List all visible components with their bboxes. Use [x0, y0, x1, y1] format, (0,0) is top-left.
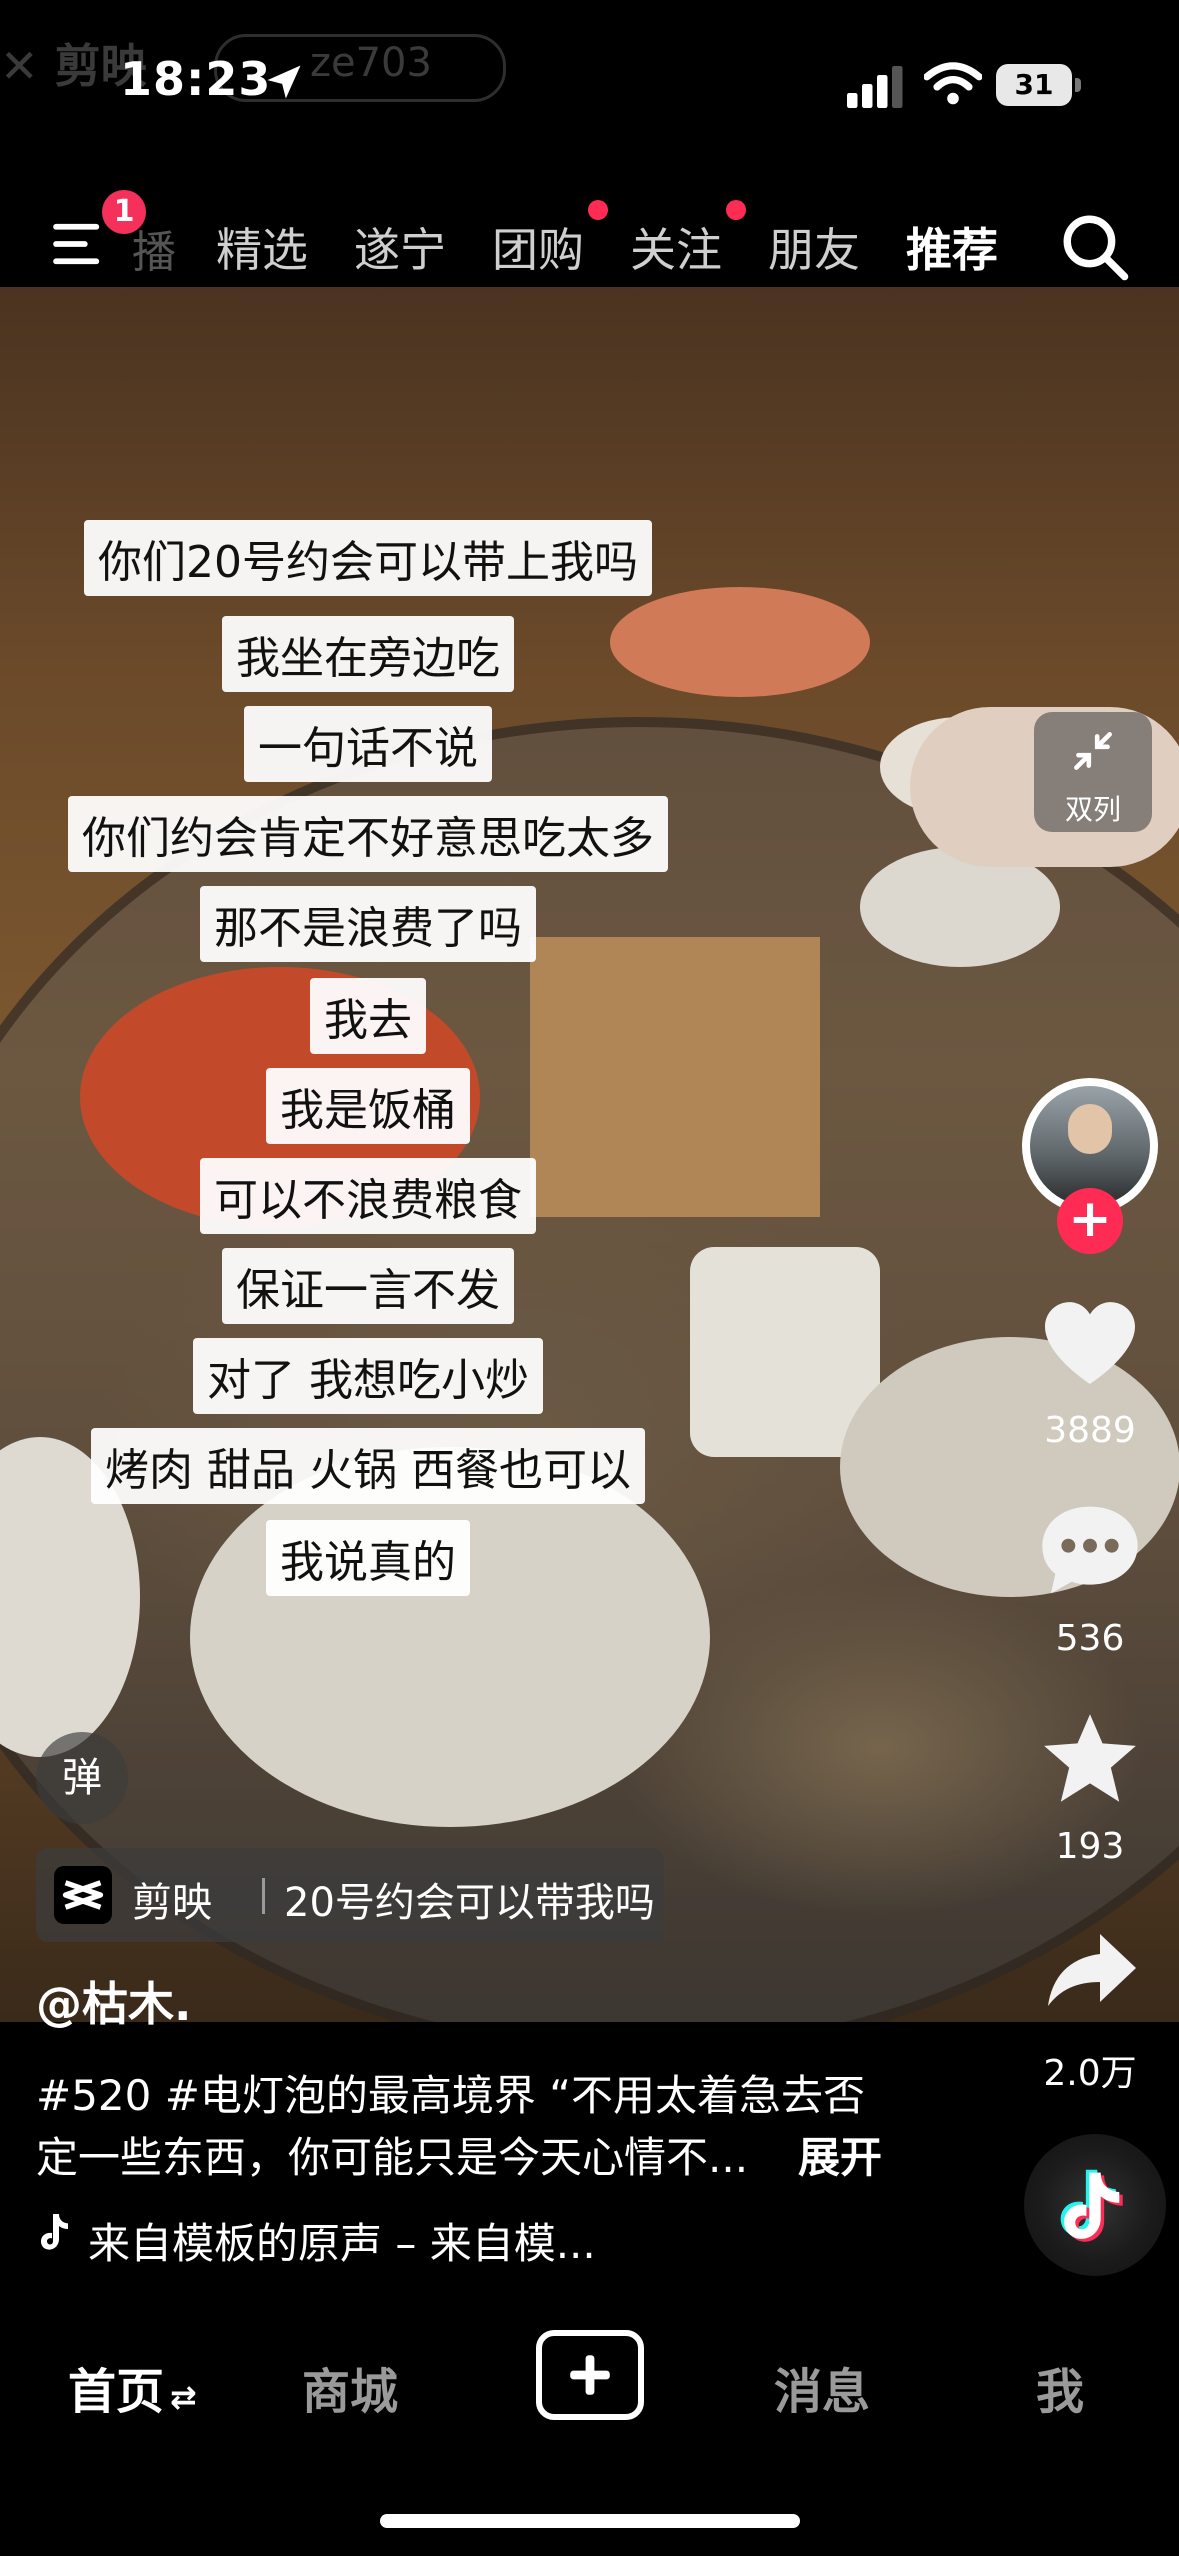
caption-line: 对了 我想吃小炒 [193, 1338, 543, 1414]
capcut-name: 剪映 [132, 1880, 212, 1926]
collapse-arrows-icon [1074, 732, 1112, 770]
heart-icon[interactable] [1040, 1298, 1140, 1388]
caption-line: 保证一言不发 [222, 1248, 514, 1324]
capcut-overlay-icon: ✕ [0, 39, 55, 93]
video-scene-dish [610, 587, 870, 697]
tab-group-buy[interactable]: 团购 [492, 214, 584, 280]
caption-line: 一句话不说 [244, 706, 492, 782]
tab-featured[interactable]: 精选 [216, 214, 308, 280]
caption-line: 可以不浪费粮食 [200, 1158, 536, 1234]
caption-line: 烤肉 甜品 火锅 西餐也可以 [91, 1428, 645, 1504]
dual-column-label: 双列 [1064, 793, 1121, 826]
battery-level: 31 [1014, 68, 1054, 101]
like-count: 3889 [1044, 1410, 1136, 1451]
tab-recommended[interactable]: 推荐 [906, 214, 998, 280]
caption-line: 我坐在旁边吃 [222, 616, 514, 692]
follow-button[interactable]: + [1057, 1188, 1123, 1254]
music-title[interactable]: 来自模板的原声 – 来自模... [88, 2210, 596, 2271]
search-icon[interactable] [1058, 210, 1132, 284]
video-scene-tissue-box [530, 937, 820, 1217]
tab-partial[interactable]: 播 [132, 216, 176, 280]
top-nav [0, 175, 1179, 287]
tab-friends[interactable]: 朋友 [768, 214, 860, 280]
caption-line: 那不是浪费了吗 [200, 886, 536, 962]
caption-line: 我说真的 [266, 1520, 470, 1596]
comment-count: 536 [1055, 1618, 1125, 1659]
cellular-signal-icon [847, 66, 903, 108]
share-count: 2.0万 [1043, 2053, 1137, 2094]
wifi-icon [924, 62, 982, 105]
favorite-count: 193 [1055, 1826, 1125, 1867]
bottom-tab-mall[interactable]: 商城 [302, 2352, 398, 2422]
video-scene-plate [190, 1447, 710, 1827]
status-time: 18:23 [120, 52, 272, 106]
video-description: #520 #电灯泡的最高境界 “不用太着急去否 [36, 2071, 866, 2120]
battery-indicator: 31 [996, 64, 1072, 106]
bottom-tab-me[interactable]: 我 [1036, 2352, 1084, 2422]
following-dot [726, 200, 746, 220]
caption-line: 我是饭桶 [266, 1068, 470, 1144]
danmaku-toggle-button[interactable]: 弹 [36, 1732, 128, 1824]
capcut-overlay-search-text: ze703 [310, 40, 432, 86]
video-description: 定一些东西，你可能只是今天心情不... [36, 2133, 749, 2182]
bottom-tab-home[interactable]: 首页 ⇄ [68, 2352, 197, 2422]
swap-arrows-icon: ⇄ [170, 2378, 197, 2416]
home-indicator [380, 2514, 800, 2528]
caption-line: 你们20号约会可以带上我吗 [84, 520, 652, 596]
tab-local-suining[interactable]: 遂宁 [354, 214, 446, 280]
star-favorite-icon[interactable] [1040, 1710, 1140, 1806]
caption-line: 我去 [310, 978, 426, 1054]
create-post-button[interactable] [536, 2330, 644, 2420]
location-arrow-icon [267, 65, 301, 99]
plus-icon [570, 2355, 610, 2395]
tab-following[interactable]: 关注 [630, 214, 722, 280]
music-disc[interactable] [1024, 2134, 1166, 2276]
avatar-face [1068, 1104, 1112, 1154]
bottom-tab-messages[interactable]: 消息 [774, 2352, 870, 2422]
capcut-template-title: 20号约会可以带我吗 [284, 1880, 655, 1926]
capcut-logo-icon [54, 1866, 112, 1924]
group-buy-dot [588, 200, 608, 220]
battery-tip [1075, 78, 1081, 92]
music-note-icon [40, 2214, 68, 2250]
bottom-tab-home-label: 首页 [68, 2364, 165, 2420]
capcut-separator [262, 1878, 265, 1914]
share-arrow-icon[interactable] [1044, 1930, 1140, 2010]
comment-icon[interactable] [1038, 1502, 1142, 1598]
expand-description-link[interactable]: 展开 [798, 2124, 882, 2185]
hamburger-menu-icon[interactable] [52, 222, 108, 268]
author-name[interactable]: @枯木. [36, 1968, 191, 2034]
caption-line: 你们约会肯定不好意思吃太多 [68, 796, 668, 872]
capcut-mark [62, 1880, 104, 1910]
tiktok-note-icon [1060, 2169, 1123, 2242]
